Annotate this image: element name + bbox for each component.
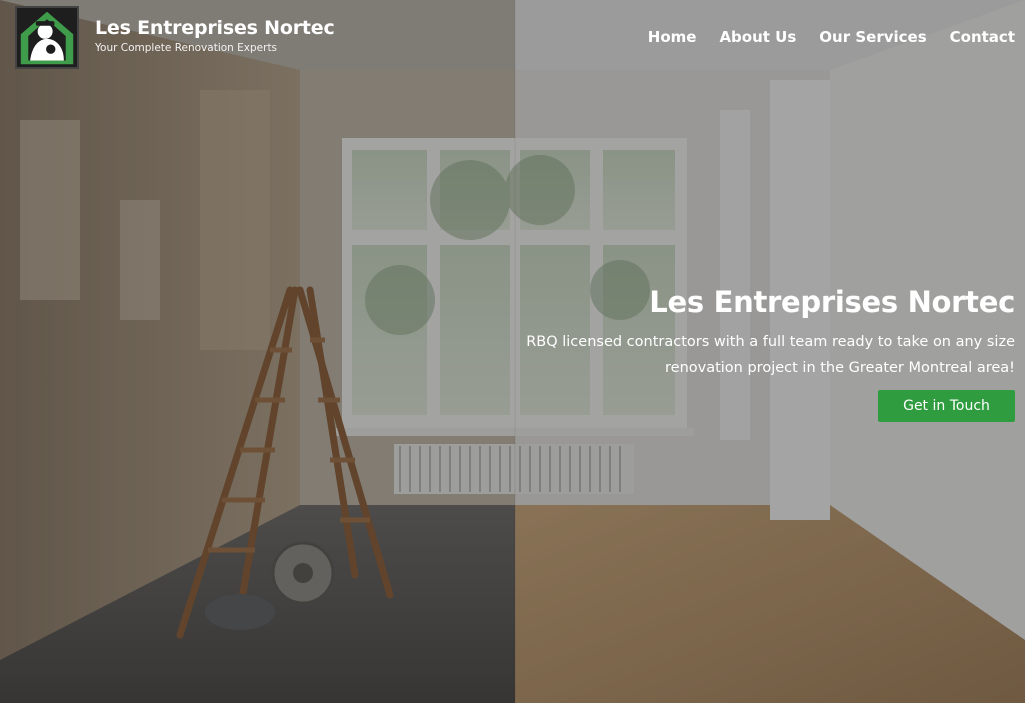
- nav-item-about-us[interactable]: About Us: [719, 28, 796, 46]
- hero-section: Les Entreprises Nortec Your Complete Ren…: [0, 0, 1025, 703]
- worker-house-logo-icon[interactable]: [15, 6, 79, 69]
- brand-tagline: Your Complete Renovation Experts: [95, 42, 278, 54]
- nav-item-home[interactable]: Home: [648, 28, 697, 46]
- brand-name[interactable]: Les Entreprises Nortec: [95, 17, 335, 39]
- nav-item-our-services[interactable]: Our Services: [819, 28, 926, 46]
- hero-subtitle: RBQ licensed contractors with a full tea…: [495, 329, 1015, 381]
- hero-subtitle-line-2: renovation project in the Greater Montre…: [665, 360, 1015, 376]
- nav-item-contact[interactable]: Contact: [950, 28, 1015, 46]
- hero-subtitle-line-1: RBQ licensed contractors with a full tea…: [526, 334, 1015, 350]
- hero-title: Les Entreprises Nortec: [649, 285, 1015, 319]
- main-nav: Home About Us Our Services Contact: [648, 28, 1015, 46]
- site-header: Les Entreprises Nortec Your Complete Ren…: [0, 0, 1025, 76]
- hero-copy: Les Entreprises Nortec RBQ licensed cont…: [495, 283, 1015, 422]
- get-in-touch-button[interactable]: Get in Touch: [878, 390, 1015, 422]
